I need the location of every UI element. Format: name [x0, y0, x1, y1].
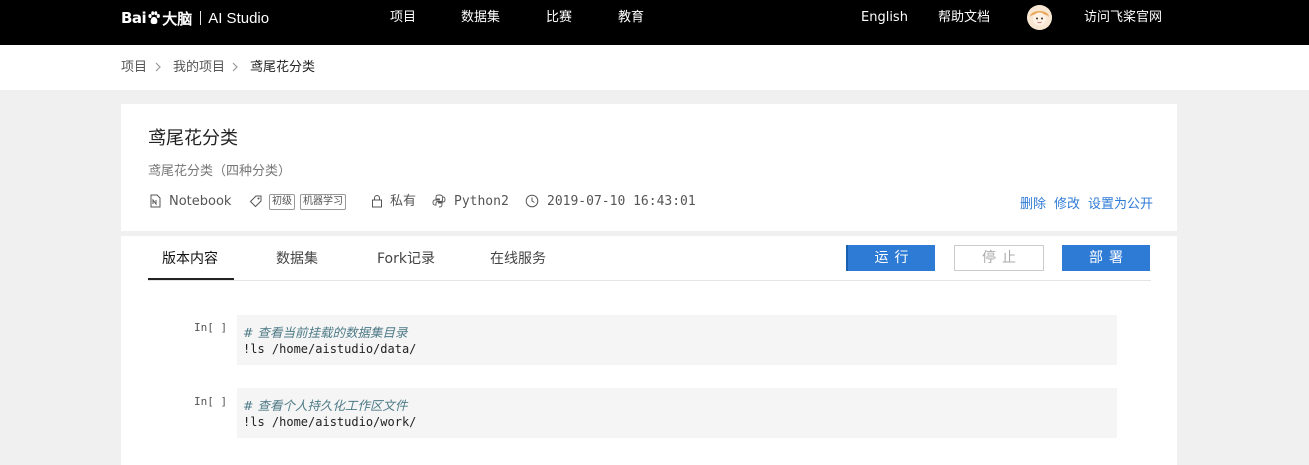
breadcrumb: 项目 我的项目 鸢尾花分类: [0, 45, 1309, 90]
baidu-paw-icon: [148, 11, 161, 25]
language-switch[interactable]: English: [861, 0, 908, 36]
tag-icon: [249, 195, 262, 208]
tab-fork-history[interactable]: Fork记录: [377, 248, 435, 280]
user-avatar[interactable]: [1027, 5, 1052, 30]
code-cell[interactable]: # 查看当前挂载的数据集目录 !ls /home/aistudio/data/: [237, 315, 1117, 365]
created-timestamp: 2019-07-10 16:43:01: [547, 194, 696, 209]
logo-danao-text: 大脑: [162, 9, 193, 28]
tab-version-content[interactable]: 版本内容: [162, 248, 218, 280]
tab-divider: [148, 280, 1151, 281]
logo-bai-text: Bai: [121, 9, 147, 27]
logo-product-text: AI Studio: [208, 9, 270, 27]
breadcrumb-projects[interactable]: 项目: [121, 45, 147, 90]
stop-button[interactable]: 停止: [954, 245, 1044, 271]
edit-button[interactable]: 修改: [1054, 193, 1080, 212]
top-nav-bar: Bai 大脑 AI Studio 项目 数据集 比赛 教育 English 帮助…: [0, 0, 1309, 45]
deploy-button[interactable]: 部署: [1062, 245, 1150, 271]
avatar-face-icon: [1027, 5, 1052, 30]
lock-icon: [372, 195, 382, 208]
tab-online-services[interactable]: 在线服务: [490, 248, 546, 280]
python-icon: [432, 194, 446, 208]
tag-category: 机器学习: [300, 194, 346, 210]
environment-label: Python2: [454, 194, 509, 209]
code-comment: # 查看当前挂载的数据集目录: [243, 325, 408, 340]
breadcrumb-current: 鸢尾花分类: [250, 60, 316, 75]
cell-prompt: In[ ]: [194, 395, 228, 408]
chevron-right-icon: [232, 62, 238, 72]
active-tab-indicator: [148, 278, 234, 280]
code-comment: # 查看个人持久化工作区文件: [243, 398, 408, 413]
code-cell[interactable]: # 查看个人持久化工作区文件 !ls /home/aistudio/work/: [237, 388, 1117, 438]
project-description: 鸢尾花分类（四种分类）: [148, 164, 292, 179]
code-line: !ls /home/aistudio/work/: [243, 415, 417, 429]
make-public-button[interactable]: 设置为公开: [1088, 193, 1153, 212]
project-content-panel: 版本内容 数据集 Fork记录 在线服务 运行 停止 部署 In[ ] # 查看…: [121, 236, 1177, 465]
visibility-label: 私有: [390, 194, 417, 209]
code-line: !ls /home/aistudio/data/: [243, 342, 417, 356]
project-header-card: 鸢尾花分类 鸢尾花分类（四种分类） Notebook 初级 机器学习 私有 Py…: [121, 104, 1177, 231]
page-title: 鸢尾花分类: [148, 128, 238, 149]
help-docs-link[interactable]: 帮助文档: [938, 0, 990, 36]
nav-item-datasets[interactable]: 数据集: [461, 0, 500, 36]
cell-prompt: In[ ]: [194, 321, 228, 334]
clock-icon: [525, 194, 539, 208]
delete-button[interactable]: 删除: [1020, 193, 1046, 212]
tab-datasets[interactable]: 数据集: [276, 248, 318, 280]
notebook-icon: [150, 194, 161, 208]
nav-item-education[interactable]: 教育: [618, 0, 644, 36]
nav-item-projects[interactable]: 项目: [390, 0, 416, 36]
ai-studio-logo[interactable]: Bai 大脑 AI Studio: [121, 0, 269, 36]
chevron-right-icon: [155, 62, 161, 72]
visit-paddle-site-link[interactable]: 访问飞桨官网: [1084, 0, 1162, 36]
tag-level: 初级: [269, 194, 295, 210]
project-type: Notebook: [169, 194, 232, 209]
run-button[interactable]: 运行: [846, 245, 935, 271]
logo-divider: [200, 11, 202, 25]
breadcrumb-my-projects[interactable]: 我的项目: [173, 45, 225, 90]
nav-item-competitions[interactable]: 比赛: [546, 0, 572, 36]
